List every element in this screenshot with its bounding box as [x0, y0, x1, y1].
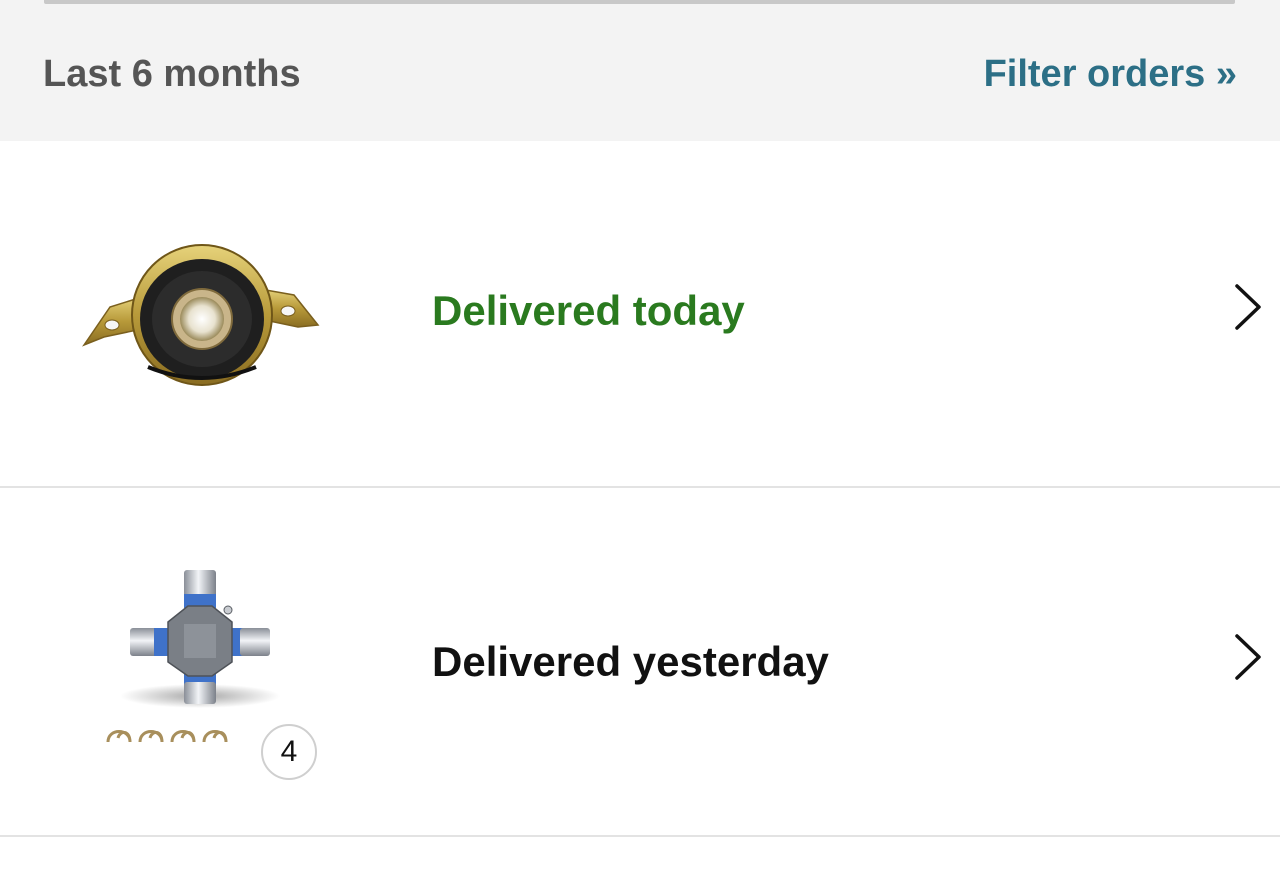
chevron-right-icon[interactable] — [1230, 632, 1266, 682]
row-divider — [0, 835, 1280, 837]
filter-orders-link[interactable]: Filter orders » — [984, 52, 1237, 96]
delivery-status: Delivered today — [432, 287, 745, 334]
order-row[interactable]: 4 Delivered yesterday — [0, 488, 1280, 835]
search-bar-edge — [44, 0, 1235, 4]
center-support-bearing-image — [81, 244, 320, 386]
order-row[interactable]: Delivered today — [0, 141, 1280, 486]
chevron-right-icon[interactable] — [1230, 282, 1266, 332]
time-range-label: Last 6 months — [43, 53, 301, 95]
delivery-status: Delivered yesterday — [432, 638, 829, 685]
quantity-badge: 4 — [261, 724, 317, 780]
orders-header: Last 6 months Filter orders » — [0, 0, 1280, 141]
